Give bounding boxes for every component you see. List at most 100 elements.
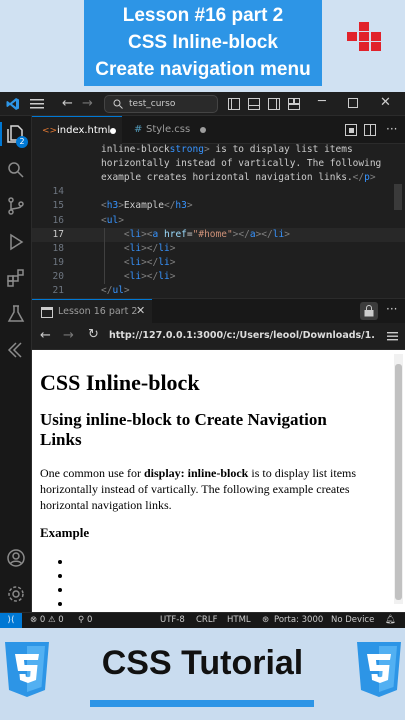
forward-arrow-icon[interactable]: → <box>82 96 93 111</box>
code-text: <li></li> <box>123 256 176 268</box>
preview-paragraph: One common use for display: inline-block… <box>40 465 385 513</box>
tab-live-preview[interactable]: Lesson 16 part 2 ✕ <box>32 299 152 324</box>
minimap-slider[interactable] <box>394 184 402 210</box>
live-server-icon: ⊛ <box>262 615 270 625</box>
code-line[interactable]: 20 <li></li> <box>32 270 405 284</box>
toggle-sidebar-icon[interactable] <box>228 98 240 110</box>
port-count: 0 <box>86 615 93 625</box>
open-preview-icon[interactable] <box>345 124 357 136</box>
line-number: 20 <box>52 270 64 282</box>
tab-index-html[interactable]: <> index.html <box>32 116 122 144</box>
code-text: <li><a href="#home"></a></li> <box>123 228 290 240</box>
reload-icon[interactable]: ↻ <box>88 327 99 342</box>
language-indicator[interactable]: HTML <box>227 613 251 628</box>
line-number: 16 <box>52 214 64 226</box>
code-text: <h3>Example</h3> <box>101 200 193 212</box>
code-editor[interactable]: inline-blockstrong> is to display list i… <box>32 144 405 298</box>
code-line[interactable]: 21 </ul> <box>32 284 405 298</box>
bottom-title: CSS Tutorial <box>101 644 304 682</box>
split-editor-icon[interactable] <box>364 124 376 136</box>
code-line[interactable]: example creates horizontal navigation li… <box>32 171 405 185</box>
problems-indicator[interactable]: ⊗ 0 ⚠ 0 <box>30 613 64 628</box>
search-icon <box>113 99 123 109</box>
close-window-icon[interactable]: ✕ <box>380 95 391 110</box>
scrollbar-thumb[interactable] <box>395 364 402 600</box>
preview-heading-1: CSS Inline-block <box>40 370 200 395</box>
banner-line-3: Create navigation menu <box>95 59 311 80</box>
toggle-secondary-sidebar-icon[interactable] <box>268 98 280 110</box>
lock-icon <box>364 305 374 317</box>
css-file-icon: # <box>134 124 143 135</box>
encoding-indicator[interactable]: UTF-8 <box>160 613 185 628</box>
source-control-icon[interactable] <box>6 196 26 216</box>
toggle-panel-icon[interactable] <box>248 98 260 110</box>
banner-line-2: CSS Inline-block <box>128 32 278 53</box>
code-line[interactable]: 17 <li><a href="#home"></a></li> <box>32 227 405 242</box>
live-server-port[interactable]: Porta: 3000 <box>274 613 323 628</box>
preview-scrollbar[interactable] <box>394 354 403 604</box>
more-actions-icon[interactable]: ··· <box>386 122 397 136</box>
eol-indicator[interactable]: CRLF <box>196 613 217 628</box>
menu-icon[interactable] <box>30 99 44 109</box>
device-indicator[interactable]: No Device <box>331 613 374 628</box>
explorer-badge: 2 <box>16 136 28 148</box>
maximize-icon[interactable] <box>348 98 358 108</box>
editor-tab-bar: <> index.html # Style.css ··· <box>32 116 405 144</box>
code-text: <li></li> <box>123 270 176 282</box>
notifications-bell-icon[interactable]: 🔔︎ <box>385 613 396 628</box>
settings-gear-icon[interactable] <box>6 584 26 604</box>
close-tab-icon[interactable]: ✕ <box>136 304 145 317</box>
unsaved-dot-icon <box>200 127 206 133</box>
command-search-input[interactable]: test_curso <box>104 95 218 113</box>
indent-guide <box>104 227 105 284</box>
code-line[interactable]: inline-blockstrong> is to display list i… <box>32 144 405 157</box>
preview-tab-label: Lesson 16 part 2 <box>58 306 138 317</box>
paragraph-text: One common use for <box>40 466 144 480</box>
vscode-title-bar: ← → test_curso ─ ✕ <box>0 92 405 116</box>
preview-page: CSS Inline-block Using inline-block to C… <box>32 350 405 612</box>
line-number: 19 <box>52 256 64 268</box>
remote-explorer-icon[interactable] <box>6 340 26 360</box>
remote-indicator-icon[interactable]: ⟩⟨ <box>0 613 22 628</box>
run-debug-icon[interactable] <box>6 232 26 252</box>
code-line[interactable]: 18 <li></li> <box>32 242 405 256</box>
banner-title-box: Lesson #16 part 2 CSS Inline-block Creat… <box>84 0 322 86</box>
css3-logo-icon <box>357 642 401 697</box>
tab-style-css[interactable]: # Style.css <box>122 116 214 144</box>
code-line[interactable]: 19 <li></li> <box>32 256 405 270</box>
preview-tab-bar: Lesson 16 part 2 ✕ ··· <box>32 298 405 324</box>
testing-icon[interactable] <box>6 304 26 324</box>
extensions-icon[interactable] <box>6 268 26 288</box>
account-icon[interactable] <box>6 548 26 568</box>
more-actions-icon[interactable]: ··· <box>386 302 397 316</box>
warning-count: 0 <box>58 615 64 625</box>
preview-heading-3: Example <box>40 525 90 540</box>
line-number: 17 <box>52 228 64 240</box>
code-text: <li></li> <box>123 242 176 254</box>
tab-label: Style.css <box>146 124 191 135</box>
line-number: 18 <box>52 242 64 254</box>
back-arrow-icon[interactable]: ← <box>62 96 73 111</box>
code-line[interactable]: 15 <h3>Example</h3> <box>32 199 405 213</box>
browser-forward-icon[interactable]: → <box>63 328 74 343</box>
browser-menu-icon[interactable] <box>387 332 398 341</box>
code-text: <ul> <box>101 214 124 226</box>
lock-button[interactable] <box>360 302 378 320</box>
code-line[interactable]: horizontally instead of vartically. The … <box>32 157 405 171</box>
url-input[interactable]: http://127.0.0.1:3000/c:/Users/leool/Dow… <box>109 330 377 341</box>
channel-logo-icon <box>347 22 383 52</box>
line-number: 21 <box>52 285 64 296</box>
layout-icon[interactable] <box>288 98 300 110</box>
code-line[interactable]: 14 <box>32 185 405 199</box>
code-text: </ul> <box>101 285 130 296</box>
minimize-icon[interactable]: ─ <box>318 94 326 109</box>
unsaved-dot-icon <box>110 128 116 134</box>
vscode-logo-icon <box>6 98 19 110</box>
code-text: horizontally instead of vartically. The … <box>101 158 382 170</box>
code-line[interactable]: 16 <ul> <box>32 214 405 228</box>
browser-back-icon[interactable]: ← <box>40 328 51 343</box>
browser-tab-icon <box>41 307 53 318</box>
line-number: 15 <box>52 200 64 212</box>
ports-indicator[interactable]: ⚲ 0 <box>78 613 92 628</box>
search-sidebar-icon[interactable] <box>6 160 26 180</box>
